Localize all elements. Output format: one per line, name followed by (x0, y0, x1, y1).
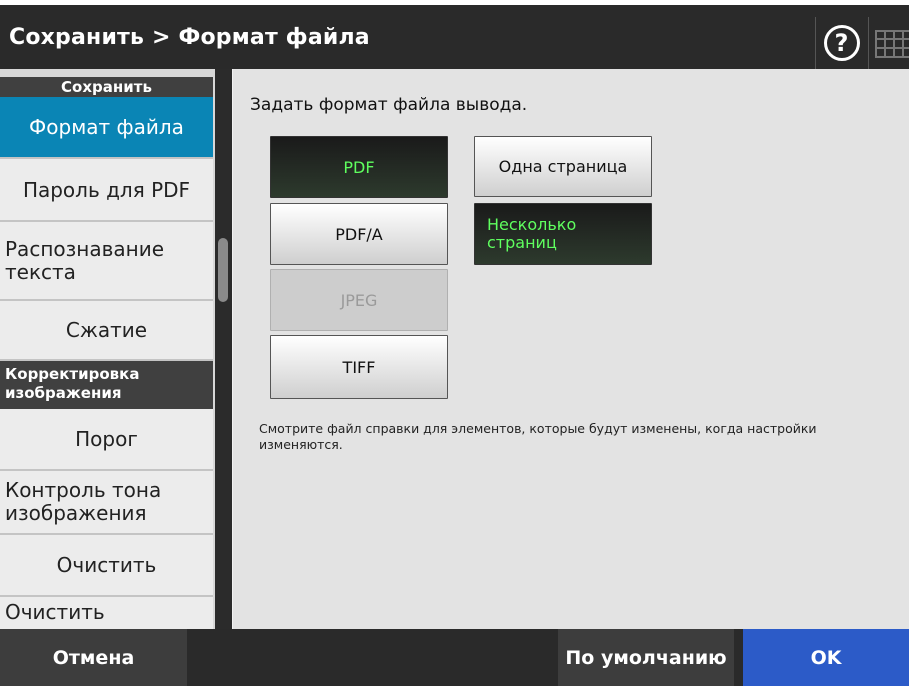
help-note: Смотрите файл справки для элементов, кот… (259, 421, 817, 452)
sidebar-item-threshold[interactable]: Порог (0, 409, 213, 471)
sidebar-item-compression[interactable]: Сжатие (0, 301, 213, 361)
sidebar-item-text-recognition[interactable]: Распознавание текста (0, 222, 213, 301)
sidebar-item-cleanup[interactable]: Очистить (0, 535, 213, 597)
main-content: Задать формат файла вывода. PDF PDF/A JP… (232, 69, 909, 629)
sidebar-item-label: Контроль тона изображения (5, 478, 162, 525)
option-label: Несколько страниц (487, 214, 577, 252)
title-bar: Сохранить > Формат файла ? (0, 5, 909, 69)
sidebar-item-label: Пароль для PDF (22, 177, 191, 202)
sidebar-item-label: Сжатие (65, 318, 148, 342)
sidebar-item-pdf-password[interactable]: Пароль для PDF (0, 159, 213, 222)
page-title: Сохранить > Формат файла (9, 25, 370, 50)
format-jpeg-button: JPEG (270, 269, 448, 331)
option-label: PDF/A (335, 224, 383, 244)
sidebar: Сохранить Формат файла Пароль для PDF Ра… (0, 69, 230, 629)
help-button[interactable]: ? (815, 17, 867, 69)
sidebar-item-label: Очистить (56, 553, 157, 577)
option-label: TIFF (342, 357, 376, 377)
sidebar-item-tone-control[interactable]: Контроль тона изображения (0, 471, 213, 535)
keyboard-icon (875, 30, 909, 58)
cancel-button[interactable]: Отмена (0, 629, 187, 686)
multi-page-button[interactable]: Несколько страниц (474, 203, 652, 265)
keyboard-button[interactable] (868, 17, 909, 69)
format-pdfa-button[interactable]: PDF/A (270, 203, 448, 265)
sidebar-item-label: Порог (75, 427, 138, 451)
sidebar-item-file-format[interactable]: Формат файла (0, 97, 213, 159)
footer-bar: Отмена По умолчанию OK (0, 629, 909, 686)
sidebar-item-label: Распознавание текста (5, 236, 165, 284)
sidebar-scrollbar[interactable] (215, 69, 230, 629)
single-page-button[interactable]: Одна страница (474, 136, 652, 197)
instruction-text: Задать формат файла вывода. (250, 95, 528, 115)
defaults-button[interactable]: По умолчанию (558, 629, 734, 686)
sidebar-scroll-thumb[interactable] (218, 238, 228, 302)
help-icon: ? (823, 25, 860, 61)
option-label: Одна страница (498, 157, 628, 176)
sidebar-item-label: Очистить (5, 600, 105, 624)
screen: Сохранить > Формат файла ? Сохранить Фор… (0, 5, 909, 686)
sidebar-section-save: Сохранить (0, 77, 213, 97)
sidebar-item-cleanup-2[interactable]: Очистить (0, 597, 213, 629)
format-pdf-button[interactable]: PDF (270, 136, 448, 198)
sidebar-section-image-correction: Корректировка изображения (0, 361, 213, 409)
ok-button[interactable]: OK (743, 629, 909, 686)
format-tiff-button[interactable]: TIFF (270, 335, 448, 399)
option-label: JPEG (340, 290, 378, 310)
option-label: PDF (343, 157, 375, 177)
sidebar-item-label: Формат файла (29, 115, 184, 139)
